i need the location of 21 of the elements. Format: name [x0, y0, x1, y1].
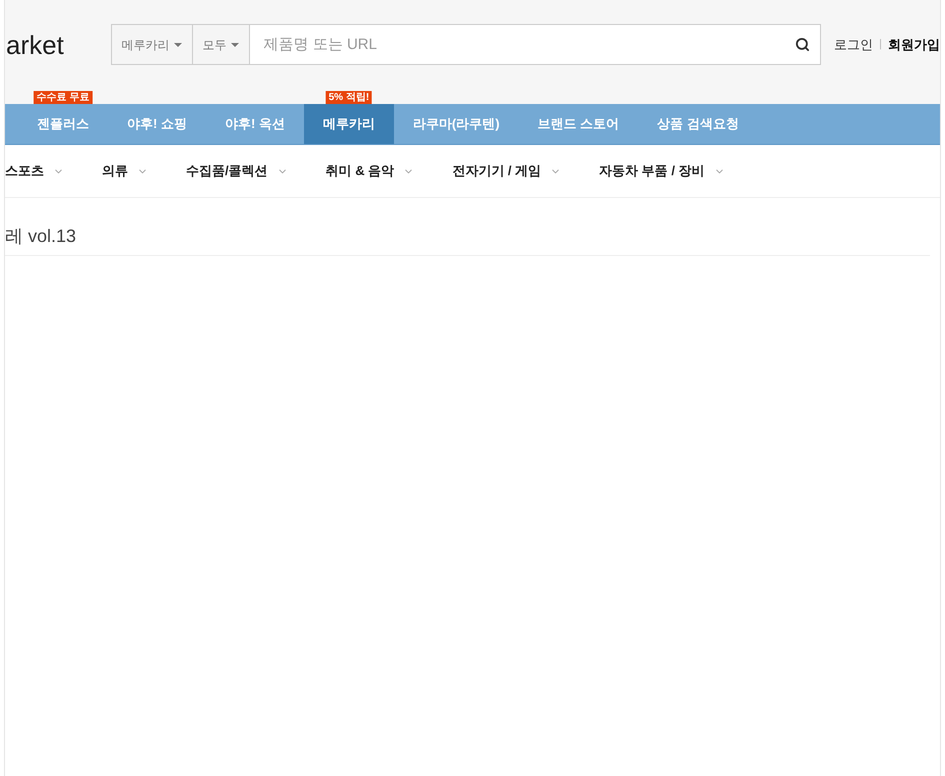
category-menu[interactable]: 스포츠 — [5, 161, 64, 181]
category-menu[interactable]: 자동차 부품 / 장비 — [599, 161, 725, 181]
caret-icon — [230, 42, 239, 46]
badge: 5% 적립! — [326, 91, 372, 104]
page-title: 레 vol.13 — [5, 225, 78, 247]
category-menu[interactable]: 취미 & 음악 — [326, 161, 414, 181]
search-field[interactable]: 제품명 또는 URL — [250, 24, 784, 65]
search-icon — [794, 37, 810, 52]
category-menu[interactable]: 의류 — [102, 161, 148, 181]
scope-dropdown[interactable]: 모두 — [192, 24, 250, 65]
badge: 수수료 무료 — [34, 91, 92, 104]
category-menu[interactable]: 전자기기 / 게임 — [452, 161, 562, 181]
category-menu[interactable]: 수집품/콜렉션 — [186, 161, 288, 181]
logo[interactable]: arket — [5, 24, 111, 65]
caret-icon — [174, 42, 182, 46]
login-link[interactable]: 로그인 — [834, 34, 874, 54]
nav-tab[interactable]: 메루카리 — [304, 104, 394, 144]
separator: | — [879, 37, 882, 52]
site-dropdown[interactable]: 메루카리 — [110, 24, 193, 65]
search-button[interactable] — [784, 24, 822, 65]
signup-link[interactable]: 회원가입 — [888, 34, 940, 54]
